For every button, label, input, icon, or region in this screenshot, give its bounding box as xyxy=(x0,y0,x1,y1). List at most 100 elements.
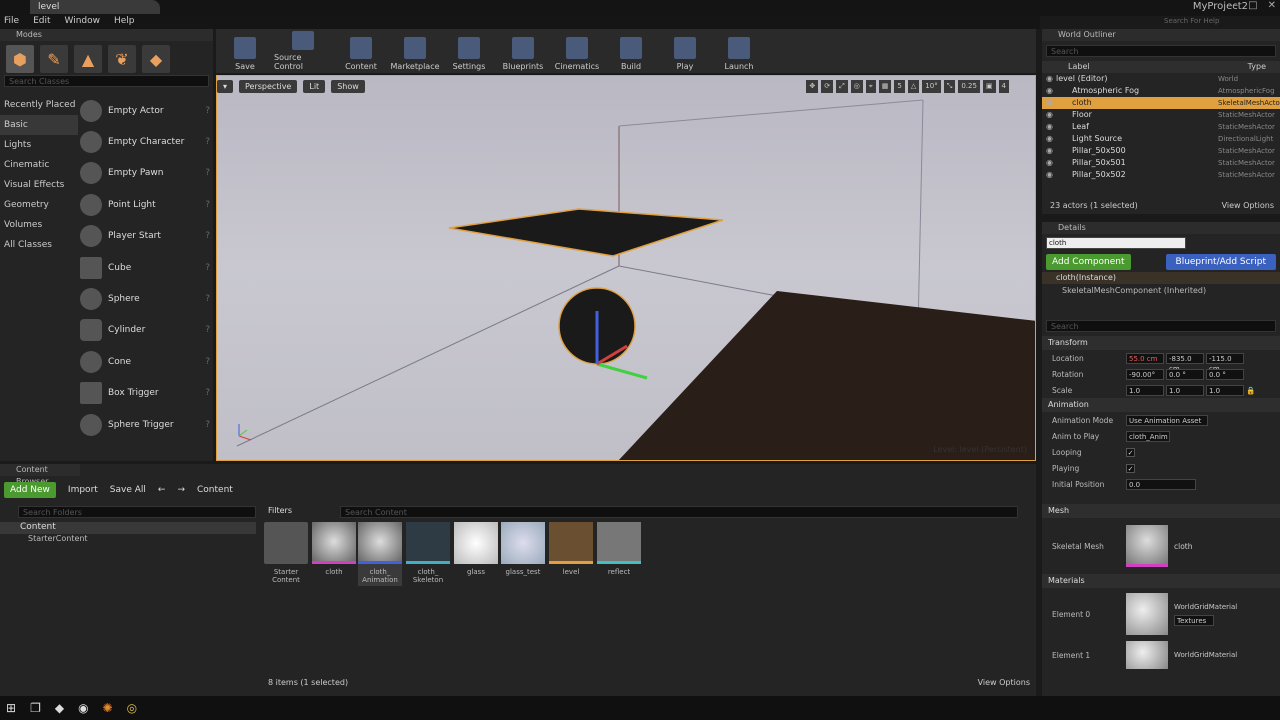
settings-button[interactable]: Settings xyxy=(444,31,494,71)
location-y[interactable]: -835.0 cm xyxy=(1166,352,1204,373)
scale-z[interactable]: 1.0 xyxy=(1206,384,1244,396)
looping-checkbox[interactable]: ✓ xyxy=(1126,447,1135,457)
show-button[interactable]: Show xyxy=(331,80,365,93)
perspective-button[interactable]: Perspective xyxy=(239,80,298,93)
eye-icon[interactable]: ◉ xyxy=(1046,109,1056,121)
menu-window[interactable]: Window xyxy=(65,15,101,29)
category-volumes[interactable]: Volumes xyxy=(0,215,78,235)
marketplace-button[interactable]: Marketplace xyxy=(390,31,440,71)
asset-glass[interactable]: glass xyxy=(454,522,498,576)
place-box-trigger[interactable]: Box Trigger? xyxy=(80,378,210,409)
details-search-input[interactable]: Search xyxy=(1046,320,1276,332)
rotation-z[interactable]: 0.0 ° xyxy=(1206,368,1244,380)
materials-section[interactable]: Materials xyxy=(1042,574,1280,588)
instance-row[interactable]: cloth(Instance) xyxy=(1042,272,1280,284)
material-0-value[interactable]: WorldGridMaterial xyxy=(1174,603,1237,611)
place-empty-pawn[interactable]: Empty Pawn? xyxy=(80,158,210,189)
content-browser-tab[interactable]: Content Browser xyxy=(0,464,80,486)
camera-speed-value[interactable]: 4 xyxy=(998,80,1009,93)
place-player-start[interactable]: Player Start? xyxy=(80,221,210,252)
foliage-mode-icon[interactable]: ❦ xyxy=(108,45,136,73)
material-0-thumbnail[interactable] xyxy=(1126,593,1168,635)
lit-button[interactable]: Lit xyxy=(303,80,326,93)
task-view-icon[interactable]: ❐ xyxy=(30,701,41,715)
skeletal-mesh-thumbnail[interactable] xyxy=(1126,525,1168,567)
launch-button[interactable]: Launch xyxy=(714,31,764,71)
location-x[interactable]: 55.0 cm xyxy=(1126,352,1164,364)
source-control-button[interactable]: Source Control xyxy=(274,31,332,71)
place-sphere[interactable]: Sphere? xyxy=(80,283,210,314)
cinematics-button[interactable]: Cinematics xyxy=(552,31,602,71)
add-new-button[interactable]: Add New xyxy=(4,482,56,498)
content-view-options[interactable]: View Options xyxy=(978,678,1030,687)
world-outliner-tab[interactable]: World Outliner xyxy=(1042,29,1280,41)
actor-name-field[interactable]: cloth xyxy=(1046,237,1186,249)
label-column-header[interactable]: Label xyxy=(1068,61,1090,73)
textures-dropdown[interactable]: Textures xyxy=(1174,614,1214,626)
world-local-icon[interactable]: ◎ xyxy=(850,80,863,93)
angle-snap-icon[interactable]: △ xyxy=(907,80,920,93)
playing-checkbox[interactable]: ✓ xyxy=(1126,463,1135,473)
outliner-search-input[interactable]: Search xyxy=(1046,45,1276,57)
blueprint-add-script-button[interactable]: Blueprint/Add Script xyxy=(1165,254,1276,270)
lock-icon[interactable]: 🔒 xyxy=(1246,386,1255,395)
category-lights[interactable]: Lights xyxy=(0,135,78,155)
asset-cloth-animation[interactable]: cloth_ Animation xyxy=(358,522,402,586)
rotation-y[interactable]: 0.0 ° xyxy=(1166,368,1204,380)
component-row[interactable]: SkeletalMeshComponent (Inherited) xyxy=(1042,284,1280,298)
place-sphere-trigger[interactable]: Sphere Trigger? xyxy=(80,409,210,440)
minimize-icon[interactable]: – xyxy=(1233,0,1238,11)
search-classes-input[interactable]: Search Classes xyxy=(4,75,209,87)
floor-mesh[interactable] xyxy=(617,291,1036,461)
material-1-value[interactable]: WorldGridMaterial xyxy=(1174,651,1237,659)
initial-position-field[interactable]: 0.0 xyxy=(1126,478,1196,490)
animation-mode-dropdown[interactable]: Use Animation Asset xyxy=(1126,414,1208,426)
outliner-row[interactable]: ◉ Pillar_50x502 StaticMeshActor xyxy=(1042,169,1280,181)
grid-snap-value[interactable]: 5 xyxy=(894,80,905,93)
import-button[interactable]: Import xyxy=(68,485,98,495)
asset-cloth[interactable]: cloth xyxy=(312,522,356,576)
scale-snap-icon[interactable]: ⤡ xyxy=(943,80,956,93)
build-button[interactable]: Build xyxy=(606,31,656,71)
blender-icon[interactable]: ✺ xyxy=(103,701,113,715)
menu-help[interactable]: Help xyxy=(114,15,135,29)
modes-tab[interactable]: Modes xyxy=(0,29,213,41)
unreal-engine-icon[interactable]: ◉ xyxy=(78,701,88,715)
category-geometry[interactable]: Geometry xyxy=(0,195,78,215)
outliner-row[interactable]: ◉ Leaf StaticMeshActor xyxy=(1042,121,1280,133)
asset-reflect[interactable]: reflect xyxy=(597,522,641,576)
details-tab[interactable]: Details xyxy=(1042,222,1280,234)
rotate-icon[interactable]: ⟳ xyxy=(821,80,834,93)
place-cylinder[interactable]: Cylinder? xyxy=(80,315,210,346)
back-arrow-icon[interactable]: ← xyxy=(158,485,166,495)
place-empty-actor[interactable]: Empty Actor? xyxy=(80,95,210,126)
save-all-button[interactable]: Save All xyxy=(110,485,146,495)
outliner-view-options[interactable]: View Options xyxy=(1222,201,1274,210)
scale-x[interactable]: 1.0 xyxy=(1126,384,1164,396)
asset-cloth-skeleton[interactable]: cloth_ Skeleton xyxy=(406,522,450,584)
category-visual-effects[interactable]: Visual Effects xyxy=(0,175,78,195)
search-help-input[interactable]: Search For Help xyxy=(1164,17,1250,27)
play-button[interactable]: Play xyxy=(660,31,710,71)
material-1-thumbnail[interactable] xyxy=(1126,641,1168,669)
scale-snap-value[interactable]: 0.25 xyxy=(958,80,980,93)
transform-section[interactable]: Transform xyxy=(1042,336,1280,350)
viewport-options-icon[interactable]: ▾ xyxy=(217,80,234,93)
blueprints-button[interactable]: Blueprints xyxy=(498,31,548,71)
save-button[interactable]: Save xyxy=(220,31,270,71)
asset-level[interactable]: level xyxy=(549,522,593,576)
eye-icon[interactable]: ◉ xyxy=(1046,85,1056,97)
scale-y[interactable]: 1.0 xyxy=(1166,384,1204,396)
animation-section[interactable]: Animation xyxy=(1042,398,1280,412)
rotation-x[interactable]: -90.00° xyxy=(1126,368,1164,380)
outliner-row[interactable]: ◉ level (Editor) World xyxy=(1042,73,1280,85)
place-cube[interactable]: Cube? xyxy=(80,252,210,283)
place-point-light[interactable]: Point Light? xyxy=(80,189,210,220)
category-all-classes[interactable]: All Classes xyxy=(0,235,78,255)
scale-icon[interactable]: ⤢ xyxy=(836,80,848,93)
maximize-icon[interactable]: □ xyxy=(1248,0,1257,11)
epic-launcher-icon[interactable]: ◆ xyxy=(55,701,64,715)
level-tab[interactable]: level xyxy=(30,0,160,14)
place-mode-icon[interactable]: ⬢ xyxy=(6,45,34,73)
outliner-row[interactable]: ◉ Light Source DirectionalLight xyxy=(1042,133,1280,145)
